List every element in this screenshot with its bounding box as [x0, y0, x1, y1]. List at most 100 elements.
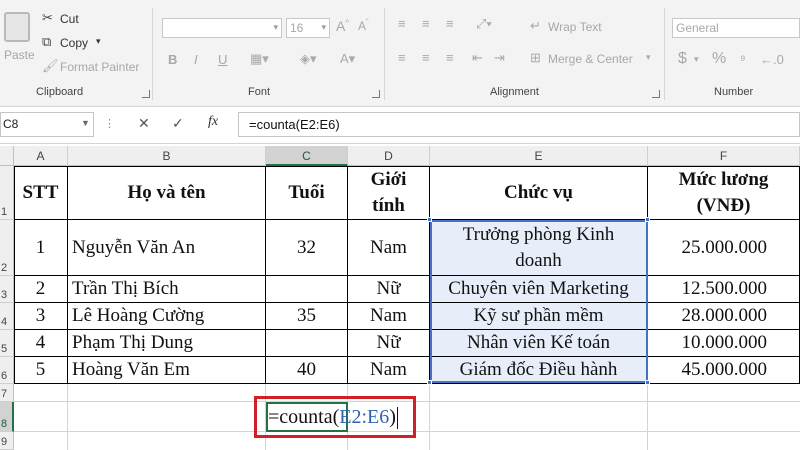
paste-button[interactable]: Paste — [0, 8, 36, 64]
cell-age[interactable]: 40 — [266, 357, 348, 384]
column-header-a[interactable]: A — [14, 146, 68, 166]
gridline — [429, 384, 430, 450]
row-header-1[interactable]: 1 — [0, 166, 14, 220]
number-format-dropdown[interactable]: General — [672, 18, 800, 38]
cell-salary[interactable]: 12.500.000 — [648, 276, 800, 303]
cell-salary[interactable]: 45.000.000 — [648, 357, 800, 384]
header-cell-salary[interactable]: Mức lương (VNĐ) — [648, 166, 800, 220]
header-cell-gender[interactable]: Giới tính — [348, 166, 430, 220]
cell-name[interactable]: Lê Hoàng Cường — [68, 303, 266, 330]
row-header-7[interactable]: 7 — [0, 384, 14, 402]
fill-color-icon[interactable]: ◈▾ — [300, 51, 317, 67]
range-handle-bottom-right[interactable] — [645, 380, 650, 385]
alignment-launcher-icon[interactable] — [652, 90, 660, 98]
font-color-icon[interactable]: A▾ — [340, 51, 355, 67]
decrease-indent-icon[interactable]: ⇤ — [472, 50, 483, 66]
cell-stt[interactable]: 5 — [14, 357, 68, 384]
font-size-dropdown[interactable]: 16 ▾ — [286, 18, 330, 38]
row-header-9[interactable]: 9 — [0, 432, 14, 450]
cell-formula-text[interactable]: =counta(E2:E6) — [268, 404, 398, 430]
align-top-icon[interactable]: ≡ — [398, 16, 406, 31]
chevron-down-icon[interactable]: ▾ — [694, 54, 699, 65]
orientation-icon[interactable]: ⤢▾ — [476, 16, 492, 32]
cut-button[interactable]: ✂ Cut — [40, 10, 100, 28]
cell-position[interactable]: Nhân viên Kế toán — [430, 330, 648, 357]
cell-gender[interactable]: Nam — [348, 220, 430, 276]
cell-salary[interactable]: 25.000.000 — [648, 220, 800, 276]
row-header-4[interactable]: 4 — [0, 303, 14, 330]
cell-name[interactable]: Nguyễn Văn An — [68, 220, 266, 276]
cell-stt[interactable]: 1 — [14, 220, 68, 276]
range-handle-top-right[interactable] — [645, 217, 650, 222]
cell-name[interactable]: Hoàng Văn Em — [68, 357, 266, 384]
range-handle-top-left[interactable] — [427, 217, 432, 222]
chevron-down-icon[interactable]: ▾ — [96, 36, 101, 47]
align-left-icon[interactable]: ≡ — [398, 50, 406, 65]
cell-age[interactable] — [266, 330, 348, 357]
copy-button[interactable]: ⧉ Copy ▾ — [40, 34, 110, 52]
wrap-text-button[interactable]: ↵ Wrap Text — [528, 18, 628, 36]
chevron-down-icon[interactable]: ▾ — [646, 52, 651, 63]
align-center-icon[interactable]: ≡ — [422, 50, 430, 65]
font-launcher-icon[interactable] — [372, 90, 380, 98]
font-name-dropdown[interactable]: ▾ — [162, 18, 282, 38]
header-cell-position[interactable]: Chức vụ — [430, 166, 648, 220]
cell-age[interactable] — [266, 276, 348, 303]
column-header-d[interactable]: D — [348, 146, 430, 166]
cell-stt[interactable]: 4 — [14, 330, 68, 357]
increase-decimal-icon[interactable]: ←.0 — [760, 52, 784, 67]
cancel-icon[interactable]: ✕ — [138, 115, 150, 132]
cell-gender[interactable]: Nữ — [348, 276, 430, 303]
shrink-font-button[interactable]: Aˇ — [358, 18, 369, 33]
name-box[interactable]: C8 ▼ — [0, 112, 94, 137]
cell-stt[interactable]: 2 — [14, 276, 68, 303]
enter-icon[interactable]: ✓ — [172, 115, 184, 132]
increase-indent-icon[interactable]: ⇥ — [494, 50, 505, 66]
header-cell-stt[interactable]: STT — [14, 166, 68, 220]
bold-button[interactable]: B — [168, 52, 177, 67]
row-header-8[interactable]: 8 — [0, 402, 14, 432]
align-right-icon[interactable]: ≡ — [446, 50, 454, 65]
cell-position[interactable]: Chuyên viên Marketing — [430, 276, 648, 303]
cell-age[interactable]: 35 — [266, 303, 348, 330]
row-header-6[interactable]: 6 — [0, 357, 14, 384]
cell-stt[interactable]: 3 — [14, 303, 68, 330]
chevron-down-icon[interactable]: ▼ — [81, 118, 90, 128]
cell-salary[interactable]: 28.000.000 — [648, 303, 800, 330]
cell-name[interactable]: Trần Thị Bích — [68, 276, 266, 303]
insert-function-icon[interactable]: fx — [208, 114, 218, 130]
column-header-e[interactable]: E — [430, 146, 648, 166]
percent-button[interactable]: % — [712, 50, 726, 68]
underline-button[interactable]: U — [218, 52, 227, 67]
format-painter-button[interactable]: 🖌 Format Painter — [40, 58, 144, 76]
row-header-2[interactable]: 2 — [0, 220, 14, 276]
borders-icon[interactable]: ▦▾ — [250, 51, 269, 67]
header-cell-name[interactable]: Họ và tên — [68, 166, 266, 220]
align-bottom-icon[interactable]: ≡ — [446, 16, 454, 31]
cell-gender[interactable]: Nam — [348, 303, 430, 330]
cell-age[interactable]: 32 — [266, 220, 348, 276]
grow-font-button[interactable]: A^ — [336, 18, 349, 34]
cell-gender[interactable]: Nam — [348, 357, 430, 384]
formula-input[interactable]: =counta(E2:E6) — [238, 112, 800, 137]
column-header-f[interactable]: F — [648, 146, 800, 166]
cell-salary[interactable]: 10.000.000 — [648, 330, 800, 357]
select-all-corner[interactable] — [0, 146, 14, 166]
clipboard-launcher-icon[interactable] — [142, 90, 150, 98]
merge-center-button[interactable]: ⊞ Merge & Center ▾ — [528, 50, 660, 68]
row-header-5[interactable]: 5 — [0, 330, 14, 357]
cell-name[interactable]: Phạm Thị Dung — [68, 330, 266, 357]
align-middle-icon[interactable]: ≡ — [422, 16, 430, 31]
italic-button[interactable]: I — [194, 52, 198, 67]
cell-position[interactable]: Giám đốc Điều hành — [430, 357, 648, 384]
currency-button[interactable]: $ — [678, 50, 687, 68]
row-header-3[interactable]: 3 — [0, 276, 14, 303]
column-header-c[interactable]: C — [266, 146, 348, 166]
cell-position[interactable]: Trưởng phòng Kinh doanh — [430, 220, 648, 276]
range-handle-bottom-left[interactable] — [427, 380, 432, 385]
header-cell-age[interactable]: Tuổi — [266, 166, 348, 220]
comma-style-icon[interactable]: ⁹ — [740, 52, 746, 67]
column-header-b[interactable]: B — [68, 146, 266, 166]
cell-position[interactable]: Kỹ sư phần mềm — [430, 303, 648, 330]
cell-gender[interactable]: Nữ — [348, 330, 430, 357]
